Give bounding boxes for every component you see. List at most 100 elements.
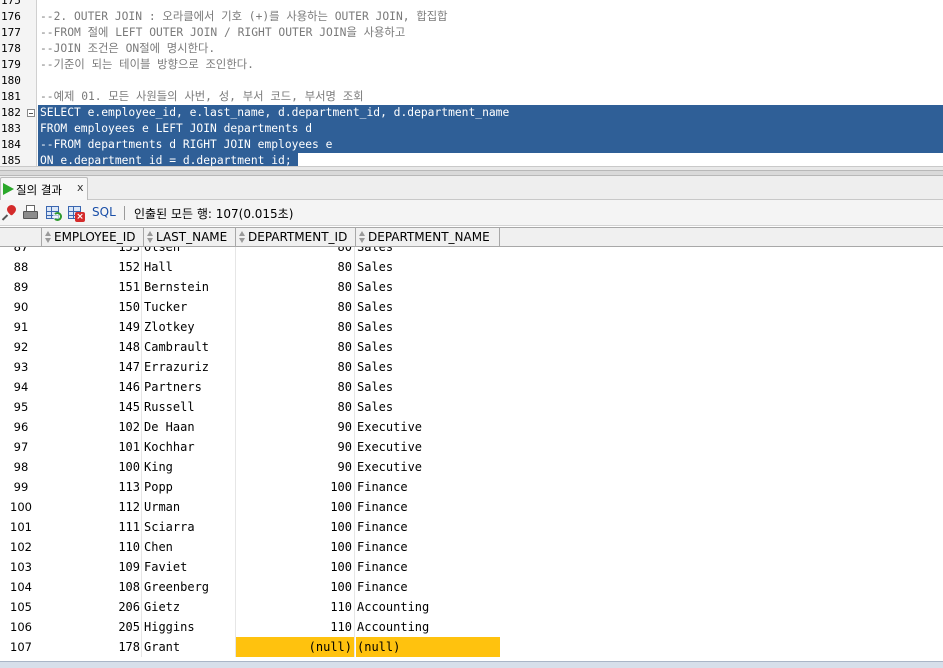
department-id-cell[interactable]: 80 <box>236 337 355 357</box>
last-name-cell[interactable]: Sciarra <box>144 517 236 537</box>
last-name-cell[interactable]: Higgins <box>144 617 236 637</box>
employee-id-cell[interactable]: 147 <box>42 357 142 377</box>
table-row[interactable]: 94 146 Partners 80 Sales <box>0 377 500 397</box>
pin-icon[interactable] <box>1 203 19 222</box>
code-line[interactable]: 182 SELECT e.employee_id, e.last_name, d.… <box>0 105 943 121</box>
employee-id-cell[interactable]: 110 <box>42 537 142 557</box>
table-row[interactable]: 98 100 King 90 Executive <box>0 457 500 477</box>
last-name-cell[interactable]: Partners <box>144 377 236 397</box>
department-name-cell[interactable]: Sales <box>356 337 500 357</box>
column-header-department-id[interactable]: DEPARTMENT_ID <box>236 227 356 247</box>
department-id-cell[interactable]: 80 <box>236 357 355 377</box>
last-name-cell[interactable]: Russell <box>144 397 236 417</box>
department-name-cell[interactable]: Sales <box>356 247 500 257</box>
employee-id-cell[interactable]: 148 <box>42 337 142 357</box>
department-id-cell[interactable]: (null) <box>236 637 355 657</box>
collapse-icon[interactable] <box>27 109 35 117</box>
last-name-cell[interactable]: Olsen <box>144 247 236 257</box>
last-name-cell[interactable]: Chen <box>144 537 236 557</box>
table-row[interactable]: 104 108 Greenberg 100 Finance <box>0 577 500 597</box>
department-name-cell[interactable]: Executive <box>356 417 500 437</box>
department-name-cell[interactable]: Accounting <box>356 617 500 637</box>
column-header-department-name[interactable]: DEPARTMENT_NAME <box>356 227 500 247</box>
code-line[interactable]: 180 <box>0 73 943 89</box>
department-id-cell[interactable]: 100 <box>236 537 355 557</box>
table-row[interactable]: 93 147 Errazuriz 80 Sales <box>0 357 500 377</box>
employee-id-cell[interactable]: 102 <box>42 417 142 437</box>
employee-id-cell[interactable]: 112 <box>42 497 142 517</box>
department-name-cell[interactable]: Executive <box>356 437 500 457</box>
table-row[interactable]: 95 145 Russell 80 Sales <box>0 397 500 417</box>
employee-id-cell[interactable]: 108 <box>42 577 142 597</box>
department-id-cell[interactable]: 100 <box>236 557 355 577</box>
code-line[interactable]: 183 FROM employees e LEFT JOIN department… <box>0 121 943 137</box>
sql-editor[interactable]: 175 176 --2. OUTER JOIN : 오라클에서 기호 (+)를 사용… <box>0 0 943 170</box>
last-name-cell[interactable]: Greenberg <box>144 577 236 597</box>
column-header-employee-id[interactable]: EMPLOYEE_ID <box>42 227 144 247</box>
horizontal-scrollbar[interactable] <box>0 661 943 668</box>
department-name-cell[interactable]: Sales <box>356 317 500 337</box>
employee-id-cell[interactable]: 146 <box>42 377 142 397</box>
department-name-cell[interactable]: Sales <box>356 297 500 317</box>
employee-id-cell[interactable]: 100 <box>42 457 142 477</box>
employee-id-cell[interactable]: 178 <box>42 637 142 657</box>
department-name-cell[interactable]: Sales <box>356 357 500 377</box>
last-name-cell[interactable]: Bernstein <box>144 277 236 297</box>
table-row[interactable]: 97 101 Kochhar 90 Executive <box>0 437 500 457</box>
department-id-cell[interactable]: 110 <box>236 617 355 637</box>
department-name-cell[interactable]: Sales <box>356 257 500 277</box>
employee-id-cell[interactable]: 205 <box>42 617 142 637</box>
employee-id-cell[interactable]: 151 <box>42 277 142 297</box>
code-line[interactable]: 177 --FROM 절에 LEFT OUTER JOIN / RIGHT OUT… <box>0 25 943 41</box>
table-row[interactable]: 87 153 Olsen 80 Sales <box>0 247 500 257</box>
code-line[interactable]: 181 --예제 01. 모든 사원들의 사번, 성, 부서 코드, 부서명 조회 <box>0 89 943 105</box>
close-tab-icon[interactable]: x <box>77 181 84 194</box>
department-name-cell[interactable]: (null) <box>356 637 500 657</box>
department-id-cell[interactable]: 80 <box>236 377 355 397</box>
last-name-cell[interactable]: Zlotkey <box>144 317 236 337</box>
employee-id-cell[interactable]: 149 <box>42 317 142 337</box>
sort-icon[interactable] <box>147 231 154 244</box>
code-line[interactable]: 175 <box>0 0 943 9</box>
department-id-cell[interactable]: 80 <box>236 397 355 417</box>
last-name-cell[interactable]: Kochhar <box>144 437 236 457</box>
department-name-cell[interactable]: Accounting <box>356 597 500 617</box>
table-row[interactable]: 96 102 De Haan 90 Executive <box>0 417 500 437</box>
table-row[interactable]: 106 205 Higgins 110 Accounting <box>0 617 500 637</box>
department-name-cell[interactable]: Sales <box>356 277 500 297</box>
last-name-cell[interactable]: Errazuriz <box>144 357 236 377</box>
department-name-cell[interactable]: Executive <box>356 457 500 477</box>
department-id-cell[interactable]: 100 <box>236 577 355 597</box>
department-name-cell[interactable]: Finance <box>356 517 500 537</box>
table-row[interactable]: 91 149 Zlotkey 80 Sales <box>0 317 500 337</box>
table-row[interactable]: 92 148 Cambrault 80 Sales <box>0 337 500 357</box>
last-name-cell[interactable]: Popp <box>144 477 236 497</box>
table-row[interactable]: 99 113 Popp 100 Finance <box>0 477 500 497</box>
employee-id-cell[interactable]: 109 <box>42 557 142 577</box>
last-name-cell[interactable]: Tucker <box>144 297 236 317</box>
table-row[interactable]: 89 151 Bernstein 80 Sales <box>0 277 500 297</box>
tab-query-result[interactable]: 질의 결과 x <box>0 177 88 200</box>
last-name-cell[interactable]: De Haan <box>144 417 236 437</box>
department-name-cell[interactable]: Finance <box>356 557 500 577</box>
last-name-cell[interactable]: Hall <box>144 257 236 277</box>
employee-id-cell[interactable]: 111 <box>42 517 142 537</box>
table-row[interactable]: 107 178 Grant (null) (null) <box>0 637 500 657</box>
column-header-last-name[interactable]: LAST_NAME <box>144 227 236 247</box>
table-row[interactable]: 103 109 Faviet 100 Finance <box>0 557 500 577</box>
table-row[interactable]: 102 110 Chen 100 Finance <box>0 537 500 557</box>
department-id-cell[interactable]: 90 <box>236 437 355 457</box>
table-row[interactable]: 88 152 Hall 80 Sales <box>0 257 500 277</box>
table-row[interactable]: 100 112 Urman 100 Finance <box>0 497 500 517</box>
employee-id-cell[interactable]: 150 <box>42 297 142 317</box>
department-name-cell[interactable]: Finance <box>356 497 500 517</box>
code-line[interactable]: 178 --JOIN 조건은 ON절에 명시한다. <box>0 41 943 57</box>
code-line[interactable]: 176 --2. OUTER JOIN : 오라클에서 기호 (+)를 사용하는 … <box>0 9 943 25</box>
employee-id-cell[interactable]: 113 <box>42 477 142 497</box>
last-name-cell[interactable]: Gietz <box>144 597 236 617</box>
last-name-cell[interactable]: Faviet <box>144 557 236 577</box>
last-name-cell[interactable]: Urman <box>144 497 236 517</box>
last-name-cell[interactable]: Grant <box>144 637 236 657</box>
sql-button[interactable]: SQL <box>92 205 116 219</box>
employee-id-cell[interactable]: 101 <box>42 437 142 457</box>
